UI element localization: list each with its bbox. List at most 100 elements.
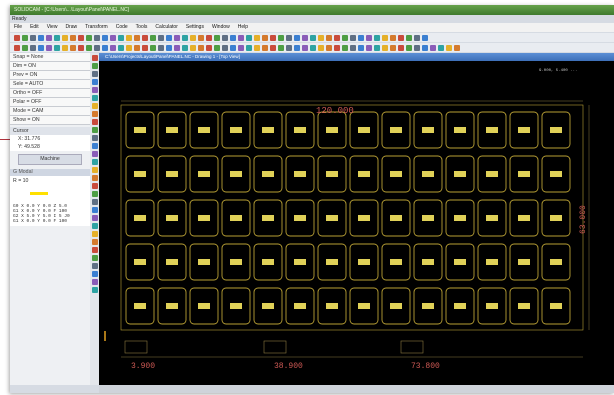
toolbar-tool-icon[interactable] [326, 44, 332, 51]
toolbar-tool-icon[interactable] [254, 34, 260, 41]
toolbar-tool-icon[interactable] [406, 44, 412, 51]
toolbar-tool-icon[interactable] [91, 135, 98, 141]
toolbar-tool-icon[interactable] [230, 34, 236, 41]
toolbar-tool-icon[interactable] [91, 279, 98, 285]
toolbar-tool-icon[interactable] [158, 44, 164, 51]
toolbar-tool-icon[interactable] [91, 95, 98, 101]
toolbar-tool-icon[interactable] [54, 44, 60, 51]
option-ortho[interactable]: Ortho = OFF [10, 89, 90, 98]
toolbar-tool-icon[interactable] [278, 34, 284, 41]
toolbar-tool-icon[interactable] [270, 44, 276, 51]
toolbar-tool-icon[interactable] [134, 34, 140, 41]
menu-code[interactable]: Code [112, 23, 132, 32]
toolbar-tool-icon[interactable] [102, 44, 108, 51]
toolbar-tool-icon[interactable] [126, 34, 132, 41]
option-show[interactable]: Show = ON [10, 116, 90, 125]
toolbar-tool-icon[interactable] [91, 191, 98, 197]
toolbar-tool-icon[interactable] [91, 87, 98, 93]
toolbar-tool-icon[interactable] [102, 34, 108, 41]
toolbar-tool-icon[interactable] [374, 44, 380, 51]
toolbar-tool-icon[interactable] [91, 103, 98, 109]
toolbar-tool-icon[interactable] [310, 44, 316, 51]
toolbar-tool-icon[interactable] [358, 44, 364, 51]
toolbar-tool-icon[interactable] [174, 44, 180, 51]
toolbar-tool-icon[interactable] [318, 34, 324, 41]
toolbar-tool-icon[interactable] [174, 34, 180, 41]
toolbar-tool-icon[interactable] [214, 34, 220, 41]
toolbar-tool-icon[interactable] [302, 34, 308, 41]
option-polar[interactable]: Polar = OFF [10, 98, 90, 107]
toolbar-tool-icon[interactable] [70, 44, 76, 51]
toolbar-tool-icon[interactable] [318, 44, 324, 51]
toolbar-tool-icon[interactable] [294, 44, 300, 51]
machine-button[interactable]: Machine [18, 154, 82, 165]
toolbar-tool-icon[interactable] [91, 207, 98, 213]
toolbar-tool-icon[interactable] [91, 143, 98, 149]
toolbar-tool-icon[interactable] [91, 111, 98, 117]
toolbar-tool-icon[interactable] [382, 44, 388, 51]
toolbar-tool-icon[interactable] [22, 44, 28, 51]
toolbar-tool-icon[interactable] [286, 44, 292, 51]
toolbar-tool-icon[interactable] [326, 34, 332, 41]
toolbar-tool-icon[interactable] [246, 34, 252, 41]
toolbar-tool-icon[interactable] [358, 34, 364, 41]
toolbar-tool-icon[interactable] [118, 34, 124, 41]
toolbar-tool-icon[interactable] [150, 34, 156, 41]
option-snap[interactable]: Snap = None [10, 53, 90, 62]
toolbar-tool-icon[interactable] [91, 63, 98, 69]
toolbar-tool-icon[interactable] [62, 34, 68, 41]
toolbar-tool-icon[interactable] [158, 34, 164, 41]
toolbar-tool-icon[interactable] [446, 44, 452, 51]
toolbar-tool-icon[interactable] [302, 44, 308, 51]
toolbar-tool-icon[interactable] [294, 34, 300, 41]
toolbar-tool-icon[interactable] [350, 34, 356, 41]
toolbar-tool-icon[interactable] [62, 44, 68, 51]
toolbar-tool-icon[interactable] [22, 34, 28, 41]
toolbar-tool-icon[interactable] [142, 44, 148, 51]
toolbar-tool-icon[interactable] [398, 44, 404, 51]
toolbar-tool-icon[interactable] [254, 44, 260, 51]
toolbar-tool-icon[interactable] [414, 34, 420, 41]
toolbar-tool-icon[interactable] [198, 34, 204, 41]
toolbar-tool-icon[interactable] [222, 34, 228, 41]
toolbar-tool-icon[interactable] [91, 239, 98, 245]
toolbar-tool-icon[interactable] [91, 151, 98, 157]
toolbar-tool-icon[interactable] [334, 44, 340, 51]
toolbar-tool-icon[interactable] [78, 34, 84, 41]
toolbar-tool-icon[interactable] [38, 44, 44, 51]
toolbar-tool-icon[interactable] [238, 44, 244, 51]
toolbar-tool-icon[interactable] [238, 34, 244, 41]
toolbar-tool-icon[interactable] [14, 44, 20, 51]
toolbar-tool-icon[interactable] [126, 44, 132, 51]
toolbar-tool-icon[interactable] [230, 44, 236, 51]
toolbar-tool-icon[interactable] [142, 34, 148, 41]
toolbar-tool-icon[interactable] [166, 44, 172, 51]
toolbar-tool-icon[interactable] [430, 44, 436, 51]
toolbar-tool-icon[interactable] [91, 127, 98, 133]
toolbar-tool-icon[interactable] [422, 34, 428, 41]
toolbar-tool-icon[interactable] [30, 44, 36, 51]
toolbar-tool-icon[interactable] [398, 34, 404, 41]
toolbar-tool-icon[interactable] [91, 215, 98, 221]
toolbar-tool-icon[interactable] [374, 34, 380, 41]
toolbar-tool-icon[interactable] [190, 34, 196, 41]
toolbar-tool-icon[interactable] [390, 44, 396, 51]
toolbar-tool-icon[interactable] [110, 34, 116, 41]
toolbar-tool-icon[interactable] [78, 44, 84, 51]
option-dim[interactable]: Dim = ON [10, 62, 90, 71]
drawing-canvas[interactable]: 120.000 63.000 3.900 38.900 73.800 9.000… [99, 61, 614, 385]
toolbar-tool-icon[interactable] [30, 34, 36, 41]
toolbar-tool-icon[interactable] [91, 159, 98, 165]
toolbar-tool-icon[interactable] [134, 44, 140, 51]
toolbar-tool-icon[interactable] [38, 34, 44, 41]
toolbar-tool-icon[interactable] [342, 44, 348, 51]
toolbar-tool-icon[interactable] [91, 71, 98, 77]
toolbar-tool-icon[interactable] [342, 34, 348, 41]
toolbar-tool-icon[interactable] [94, 44, 100, 51]
toolbar-tool-icon[interactable] [422, 44, 428, 51]
menu-draw[interactable]: Draw [61, 23, 81, 32]
toolbar-tool-icon[interactable] [91, 167, 98, 173]
option-sele[interactable]: Sele = AUTO [10, 80, 90, 89]
toolbar-tool-icon[interactable] [438, 44, 444, 51]
toolbar-tool-icon[interactable] [118, 44, 124, 51]
